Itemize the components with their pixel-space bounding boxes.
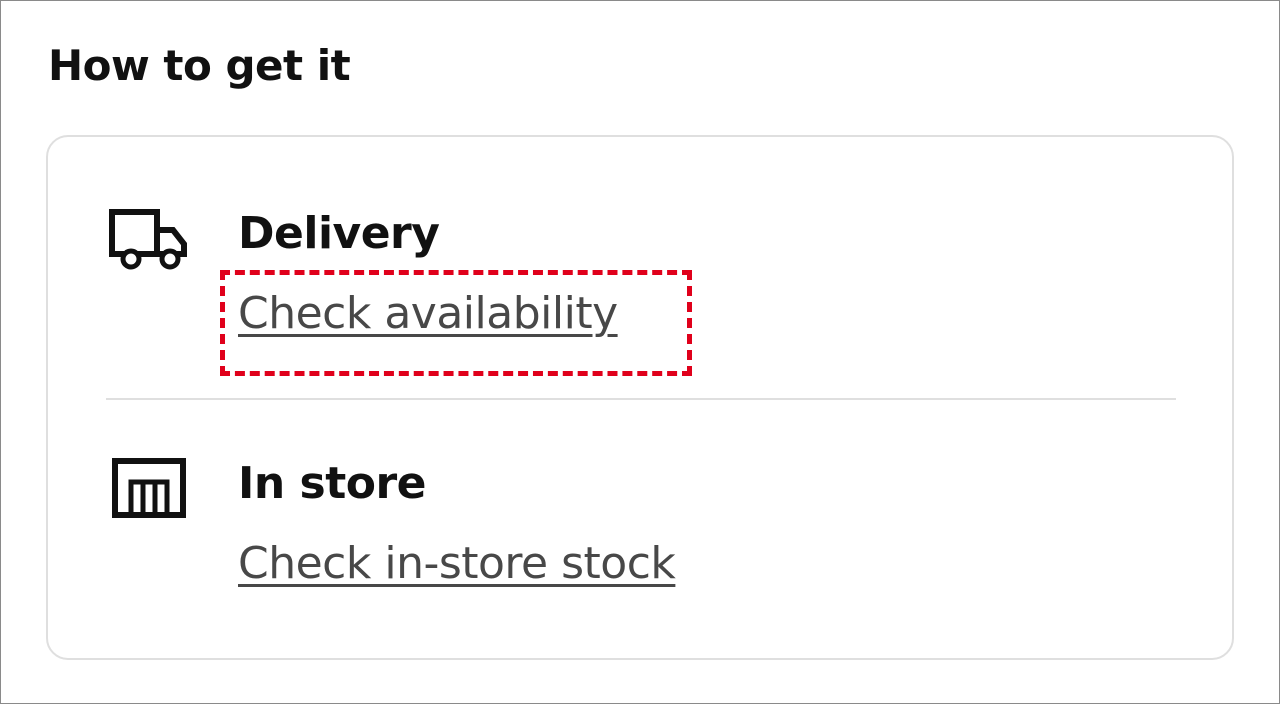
- section-title: How to get it: [48, 41, 351, 90]
- store-icon: [112, 458, 186, 518]
- delivery-title: Delivery: [238, 208, 440, 259]
- check-availability-link[interactable]: Check availability: [238, 286, 618, 342]
- check-in-store-stock-link[interactable]: Check in-store stock: [238, 536, 676, 592]
- truck-icon: [109, 209, 187, 270]
- in-store-title: In store: [238, 458, 427, 509]
- divider: [106, 398, 1176, 400]
